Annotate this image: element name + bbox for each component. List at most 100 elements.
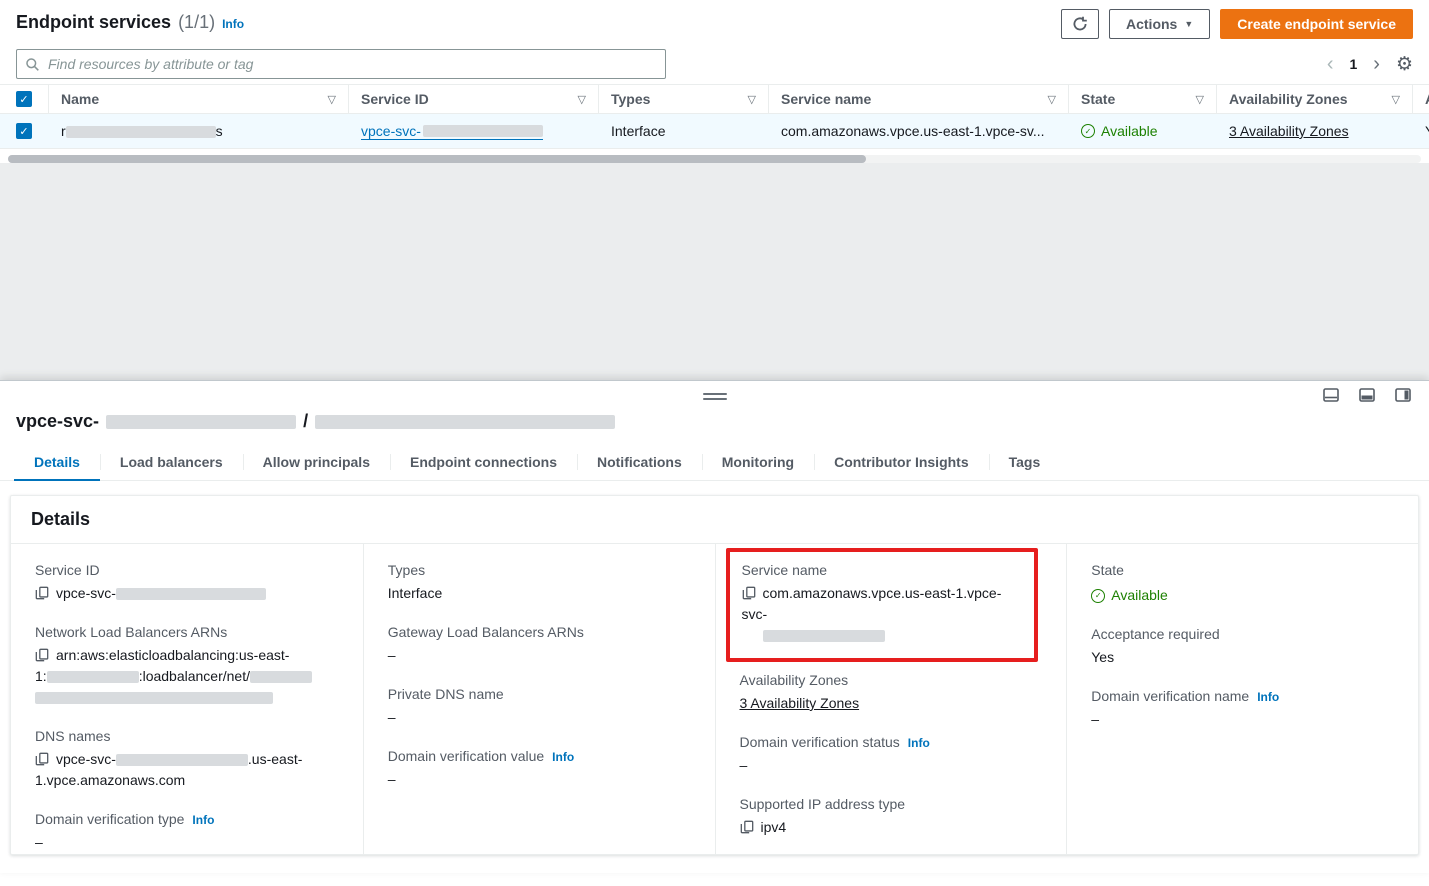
tab-contributor-insights[interactable]: Contributor Insights <box>814 444 989 480</box>
filter-icon[interactable]: ▽ <box>570 93 586 106</box>
tab-monitoring[interactable]: Monitoring <box>702 444 814 480</box>
scrollbar-thumb[interactable] <box>8 155 866 163</box>
tab-tags[interactable]: Tags <box>989 444 1061 480</box>
dns-line1b: .us-east- <box>248 751 302 767</box>
split-panel-bottom-icon[interactable] <box>1323 388 1339 402</box>
tab-notifications[interactable]: Notifications <box>577 444 702 480</box>
redacted-text <box>116 588 266 600</box>
chevron-left-icon[interactable]: ‹ <box>1327 54 1334 74</box>
field-service-name: Service name com.amazonaws.vpce.us-east-… <box>742 562 1023 646</box>
copy-icon[interactable] <box>742 586 756 600</box>
column-header-state: State <box>1081 91 1115 107</box>
field-domain-verification-name: Domain verification name Info – <box>1091 688 1394 730</box>
details-column-2: Types Interface Gateway Load Balancers A… <box>363 544 715 855</box>
refresh-button[interactable] <box>1061 9 1099 39</box>
details-card: Details Service ID vpce-svc- Network Loa… <box>10 495 1419 855</box>
field-types: Types Interface <box>388 562 691 604</box>
status-badge: ✓ Available <box>1091 585 1168 606</box>
column-header-acceptance: A <box>1425 91 1429 107</box>
field-network-lb-arns: Network Load Balancers ARNs arn:aws:elas… <box>35 624 339 708</box>
content-background <box>0 163 1429 380</box>
info-link[interactable]: Info <box>222 17 244 31</box>
table-row[interactable]: ✓ rs vpce-svc- Interface com.amazonaws.v… <box>0 114 1429 149</box>
select-all-checkbox[interactable]: ✓ <box>16 91 32 107</box>
field-label: Network Load Balancers ARNs <box>35 624 227 640</box>
availability-zones-link[interactable]: 3 Availability Zones <box>1229 123 1349 139</box>
copy-icon[interactable] <box>35 586 49 600</box>
tab-load-balancers[interactable]: Load balancers <box>100 444 243 480</box>
column-header-service-id: Service ID <box>361 91 429 107</box>
row-types: Interface <box>611 123 665 139</box>
redacted-text <box>763 630 885 642</box>
field-dns-names: DNS names vpce-svc-.us-east- 1.vpce.amaz… <box>35 728 339 791</box>
actions-label: Actions <box>1126 16 1177 32</box>
info-link[interactable]: Info <box>908 736 930 750</box>
service-name-value: com.amazonaws.vpce.us-east-1.vpce-svc- <box>742 585 1002 622</box>
field-label: Private DNS name <box>388 686 504 702</box>
row-checkbox[interactable]: ✓ <box>16 123 32 139</box>
field-supported-ip-address-type: Supported IP address type ipv4 <box>740 796 1043 838</box>
filter-icon[interactable]: ▽ <box>740 93 756 106</box>
search-box <box>16 49 666 79</box>
copy-icon[interactable] <box>35 648 49 662</box>
info-link[interactable]: Info <box>1257 690 1279 704</box>
search-icon <box>25 57 40 72</box>
acceptance-value: Yes <box>1091 649 1114 665</box>
details-column-1: Service ID vpce-svc- Network Load Balanc… <box>11 544 363 855</box>
search-input[interactable] <box>16 49 666 79</box>
split-panel: vpce-svc- / Details Load balancers Allow… <box>0 380 1429 873</box>
redacted-text <box>250 671 312 683</box>
settings-gear-icon[interactable]: ⚙ <box>1396 53 1413 76</box>
field-label: Acceptance required <box>1091 626 1219 642</box>
field-state: State ✓ Available <box>1091 562 1394 606</box>
tab-endpoint-connections[interactable]: Endpoint connections <box>390 444 577 480</box>
field-label: DNS names <box>35 728 110 744</box>
status-badge: ✓ Available <box>1081 123 1158 139</box>
field-gateway-lb-arns: Gateway Load Balancers ARNs – <box>388 624 691 666</box>
tab-details[interactable]: Details <box>14 444 100 480</box>
filter-icon[interactable]: ▽ <box>320 93 336 106</box>
chevron-right-icon[interactable]: › <box>1373 54 1380 74</box>
split-panel-drag-handle[interactable] <box>703 393 727 403</box>
redacted-text <box>35 692 273 704</box>
create-endpoint-service-button[interactable]: Create endpoint service <box>1220 9 1413 39</box>
page-header: Endpoint services (1/1) Info Actions ▼ C… <box>0 0 1429 44</box>
column-header-name: Name <box>61 91 99 107</box>
field-label: Gateway Load Balancers ARNs <box>388 624 584 640</box>
field-label: Service ID <box>35 562 100 578</box>
resource-count: (1/1) <box>178 12 215 33</box>
dns-line2: 1.vpce.amazonaws.com <box>35 772 185 788</box>
row-service-name: com.amazonaws.vpce.us-east-1.vpce-sv... <box>781 123 1045 139</box>
tab-allow-principals[interactable]: Allow principals <box>243 444 390 480</box>
info-link[interactable]: Info <box>192 813 214 827</box>
field-label: Domain verification status <box>740 734 900 750</box>
filter-icon[interactable]: ▽ <box>1384 93 1400 106</box>
redacted-text <box>106 415 296 429</box>
service-id-link[interactable]: vpce-svc- <box>361 123 543 140</box>
availability-zones-link[interactable]: 3 Availability Zones <box>740 695 860 711</box>
copy-icon[interactable] <box>35 752 49 766</box>
field-label: Domain verification type <box>35 811 184 827</box>
table-toolbar: ‹ 1 › ⚙ <box>0 44 1429 84</box>
endpoint-services-section: Endpoint services (1/1) Info Actions ▼ C… <box>0 0 1429 163</box>
actions-button[interactable]: Actions ▼ <box>1109 9 1210 39</box>
split-panel-side-icon[interactable] <box>1395 388 1411 402</box>
filter-icon[interactable]: ▽ <box>1040 93 1056 106</box>
split-panel-title: vpce-svc- / <box>0 411 1429 444</box>
empty-value: – <box>388 647 396 663</box>
info-link[interactable]: Info <box>552 750 574 764</box>
copy-icon[interactable] <box>740 820 754 834</box>
field-acceptance-required: Acceptance required Yes <box>1091 626 1394 668</box>
horizontal-scrollbar[interactable] <box>8 155 1421 163</box>
split-panel-half-icon[interactable] <box>1359 388 1375 402</box>
row-acceptance: Y <box>1425 123 1429 139</box>
status-available-icon: ✓ <box>1091 589 1105 603</box>
row-name: rs <box>61 123 223 139</box>
filter-icon[interactable]: ▽ <box>1188 93 1204 106</box>
ip-type-value: ipv4 <box>761 819 787 835</box>
refresh-icon <box>1072 16 1088 32</box>
redacted-text <box>116 754 248 766</box>
page-number[interactable]: 1 <box>1349 56 1357 72</box>
field-availability-zones: Availability Zones 3 Availability Zones <box>740 672 1043 714</box>
field-domain-verification-type: Domain verification type Info – <box>35 811 339 853</box>
